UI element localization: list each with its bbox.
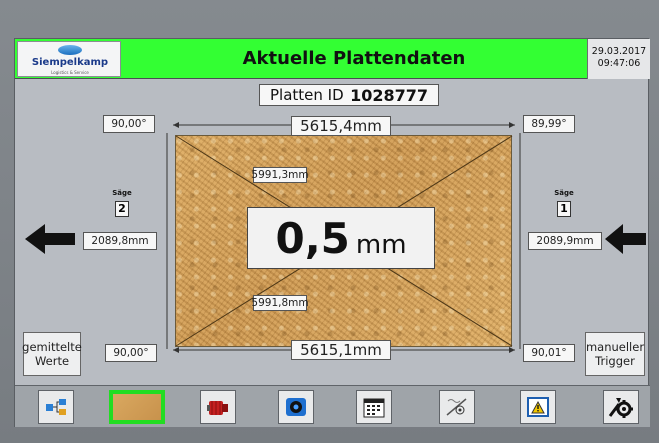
board-icon [121,395,153,419]
saw-left-label: Säge [112,189,132,197]
width-left-value: 2089,8mm [83,232,157,250]
calendar-icon [363,398,385,418]
motor-icon [207,401,228,415]
thickness-value: 0,5 [275,214,350,263]
diagonal-top-value: 5991,3mm [251,167,309,183]
bottom-length-value: 5615,1mm [291,340,391,360]
thickness-unit: mm [355,230,407,260]
flow-icon [46,399,66,415]
diagnostics-button[interactable] [439,390,475,424]
top-length-value: 5615,4mm [291,116,391,136]
manual-trigger-button[interactable]: manueller Trigger [585,332,645,376]
flow-button[interactable] [38,390,74,424]
thickness-display: 0,5 mm [247,207,435,269]
angle-bottom-left: 90,00° [105,344,157,362]
angle-bottom-right: 90,01° [523,344,575,362]
averaged-values-button[interactable]: gemittelte Werte [22,332,82,376]
hmi-screen: Siempelkamp Logistics & Service Aktuelle… [14,38,650,427]
warning-icon [527,397,549,417]
camera-icon [286,398,306,416]
calendar-button[interactable] [356,390,392,424]
angle-top-right: 89,99° [523,115,575,133]
settings-button[interactable] [603,390,639,424]
motor-button[interactable] [200,390,236,424]
saw-left-number: 2 [115,201,129,217]
diagonal-bottom-value: 5991,8mm [251,295,309,311]
board-button[interactable] [109,390,165,424]
hmi-frame: Siempelkamp Logistics & Service Aktuelle… [0,0,659,443]
camera-button[interactable] [278,390,314,424]
arrow-left-icon-right [605,224,646,254]
bottom-toolbar [15,385,650,427]
width-right-value: 2089,9mm [528,232,602,250]
angle-top-left: 90,00° [103,115,155,133]
saw-right-label: Säge [554,189,574,197]
saw-right-number: 1 [557,201,571,217]
settings-icon [608,398,633,418]
warning-button[interactable] [520,390,556,424]
arrow-left-icon [25,224,75,254]
diagnostics-icon [446,398,467,416]
